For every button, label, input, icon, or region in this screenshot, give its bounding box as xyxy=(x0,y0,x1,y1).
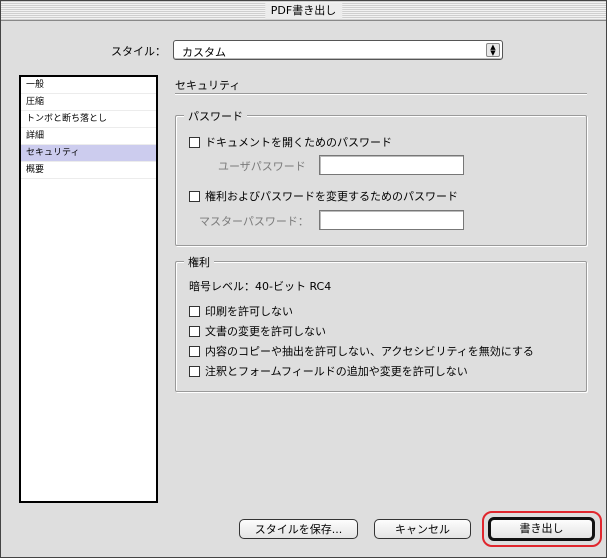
open-password-option[interactable]: ドキュメントを開くためのパスワード xyxy=(189,134,392,150)
permission-option[interactable]: 文書の変更を許可しない xyxy=(189,323,326,339)
permission-option[interactable]: 印刷を許可しない xyxy=(189,303,293,319)
permission-option[interactable]: 注釈とフォームフィールドの追加や変更を許可しない xyxy=(189,363,468,379)
permissions-password-option[interactable]: 権利およびパスワードを変更するためのパスワード xyxy=(189,188,458,204)
dialog-content: スタイル： カスタム ▲ ▼ 一般 圧縮 トンボと断ち落とし 詳細 セキュリティ … xyxy=(1,22,606,557)
sidebar-item-security[interactable]: セキュリティ xyxy=(21,145,156,162)
pdf-export-dialog: PDF書き出し スタイル： カスタム ▲ ▼ 一般 圧縮 トンボと断ち落とし 詳細… xyxy=(0,0,607,558)
user-password-label: ユーザパスワード xyxy=(218,160,306,173)
no-print-checkbox[interactable] xyxy=(189,306,200,317)
no-copy-checkbox[interactable] xyxy=(189,346,200,357)
no-modify-checkbox[interactable] xyxy=(189,326,200,337)
master-password-label: マスターパスワード： xyxy=(199,215,309,228)
style-select-value: カスタム xyxy=(182,46,226,59)
sidebar-item-advanced[interactable]: 詳細 xyxy=(21,128,156,145)
master-password-field[interactable] xyxy=(319,210,464,230)
sidebar-item-summary[interactable]: 概要 xyxy=(21,162,156,179)
sidebar-item-marks-bleed[interactable]: トンボと断ち落とし xyxy=(21,111,156,128)
save-style-button[interactable]: スタイルを保存... xyxy=(239,519,358,539)
export-button[interactable]: 書き出し xyxy=(488,517,595,541)
permission-option[interactable]: 内容のコピーや抽出を許可しない、アクセシビリティを無効にする xyxy=(189,343,534,359)
sidebar-item-general[interactable]: 一般 xyxy=(21,77,156,94)
permissions-password-checkbox[interactable] xyxy=(189,191,200,202)
window-title: PDF書き出し xyxy=(264,3,343,19)
category-list: 一般 圧縮 トンボと断ち落とし 詳細 セキュリティ 概要 xyxy=(19,75,158,503)
encryption-level: 暗号レベル：40-ビット RC4 xyxy=(189,280,332,293)
up-down-arrows-icon: ▲ ▼ xyxy=(486,43,500,57)
title-bar[interactable]: PDF書き出し xyxy=(1,1,606,21)
open-password-checkbox[interactable] xyxy=(189,137,200,148)
no-annotate-checkbox[interactable] xyxy=(189,366,200,377)
password-group-title: パスワード xyxy=(184,108,247,124)
section-title: セキュリティ xyxy=(175,79,241,92)
permissions-group-title: 権利 xyxy=(184,254,214,270)
style-select[interactable]: カスタム ▲ ▼ xyxy=(173,40,503,60)
user-password-field[interactable] xyxy=(319,155,464,175)
cancel-button[interactable]: キャンセル xyxy=(374,519,471,539)
style-label: スタイル： xyxy=(111,45,166,58)
section-divider xyxy=(175,93,587,95)
sidebar-item-compression[interactable]: 圧縮 xyxy=(21,94,156,111)
